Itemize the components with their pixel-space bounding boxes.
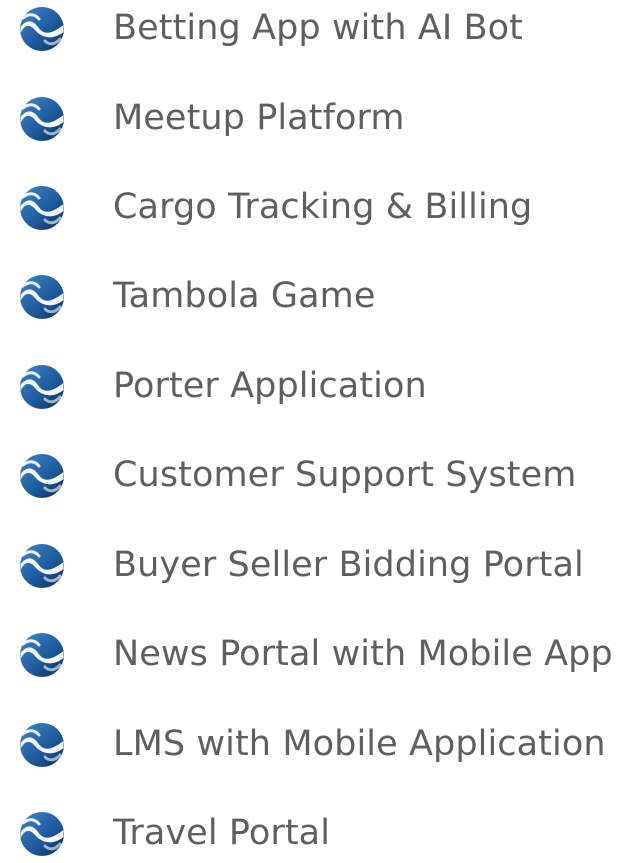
wave-logo-icon (18, 95, 66, 143)
list-item[interactable]: News Portal with Mobile App (0, 624, 643, 684)
wave-logo-icon (18, 184, 66, 232)
list-item-label: Travel Portal (113, 813, 331, 853)
list-item[interactable]: Porter Application (0, 356, 643, 416)
wave-logo-icon (18, 452, 66, 500)
wave-logo-icon (18, 721, 66, 769)
list-item[interactable]: Betting App with AI Bot (0, 0, 643, 58)
list-item-label: Meetup Platform (113, 98, 405, 138)
wave-logo-icon (18, 810, 66, 858)
wave-logo-icon (18, 273, 66, 321)
wave-logo-icon (18, 5, 66, 53)
list-item-label: Betting App with AI Bot (113, 8, 523, 48)
list-item-label: Porter Application (113, 366, 427, 406)
list-item[interactable]: Tambola Game (0, 266, 643, 326)
wave-logo-icon (18, 631, 66, 679)
list-item[interactable]: Buyer Seller Bidding Portal (0, 535, 643, 595)
list-item-label: Cargo Tracking & Billing (113, 187, 533, 227)
wave-logo-icon (18, 363, 66, 411)
list-item-label: Buyer Seller Bidding Portal (113, 545, 584, 585)
list-item[interactable]: Travel Portal (0, 803, 643, 863)
wave-logo-icon (18, 542, 66, 590)
list-item-label: News Portal with Mobile App (113, 634, 613, 674)
list-item-label: Tambola Game (113, 276, 376, 316)
list-item-label: Customer Support System (113, 455, 577, 495)
list-item[interactable]: LMS with Mobile Application (0, 714, 643, 774)
list-item-label: LMS with Mobile Application (113, 724, 606, 764)
list-item[interactable]: Cargo Tracking & Billing (0, 177, 643, 237)
list-item[interactable]: Meetup Platform (0, 88, 643, 148)
list-item[interactable]: Customer Support System (0, 445, 643, 505)
